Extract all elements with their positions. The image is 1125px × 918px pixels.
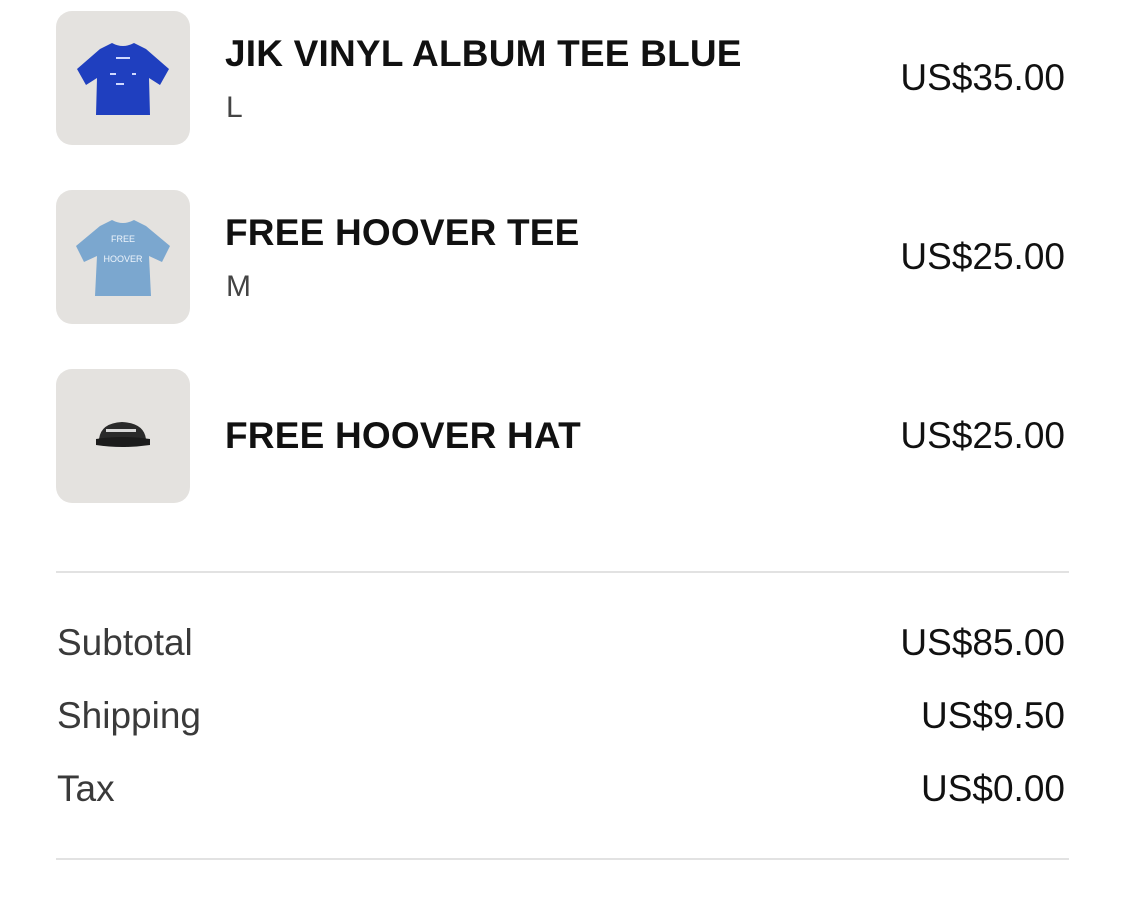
cart-item[interactable]: FREE HOOVER HAT US$25.00: [0, 369, 1125, 503]
print-text-free: FREE: [111, 234, 135, 244]
tax-row: Tax US$0.00: [0, 768, 1125, 812]
product-size: M: [226, 270, 251, 303]
divider: [56, 858, 1069, 860]
shipping-label: Shipping: [57, 695, 202, 736]
product-name[interactable]: FREE HOOVER HAT: [225, 415, 581, 457]
product-price: US$25.00: [900, 415, 1065, 456]
light-blue-tshirt-icon: FREE HOOVER: [76, 220, 170, 296]
black-cap-icon: [96, 422, 150, 447]
divider: [56, 571, 1069, 573]
cart-item[interactable]: FREE HOOVER FREE HOOVER TEE M US$25.00: [0, 190, 1125, 324]
product-thumbnail[interactable]: [56, 11, 190, 145]
product-price: US$35.00: [900, 57, 1065, 98]
tax-label: Tax: [57, 768, 115, 809]
product-price: US$25.00: [900, 236, 1065, 277]
product-name[interactable]: JIK VINYL ALBUM TEE BLUE: [225, 33, 742, 75]
shipping-row: Shipping US$9.50: [0, 695, 1125, 739]
product-thumbnail[interactable]: [56, 369, 190, 503]
subtotal-label: Subtotal: [57, 622, 193, 663]
shipping-value: US$9.50: [921, 695, 1065, 736]
subtotal-value: US$85.00: [900, 622, 1065, 663]
product-name[interactable]: FREE HOOVER TEE: [225, 212, 580, 254]
product-size: L: [226, 91, 243, 124]
cart-item[interactable]: JIK VINYL ALBUM TEE BLUE L US$35.00: [0, 11, 1125, 145]
blue-tshirt-icon: [77, 43, 169, 115]
tax-value: US$0.00: [921, 768, 1065, 809]
product-thumbnail[interactable]: FREE HOOVER: [56, 190, 190, 324]
print-text-hoover: HOOVER: [103, 254, 143, 264]
subtotal-row: Subtotal US$85.00: [0, 622, 1125, 666]
